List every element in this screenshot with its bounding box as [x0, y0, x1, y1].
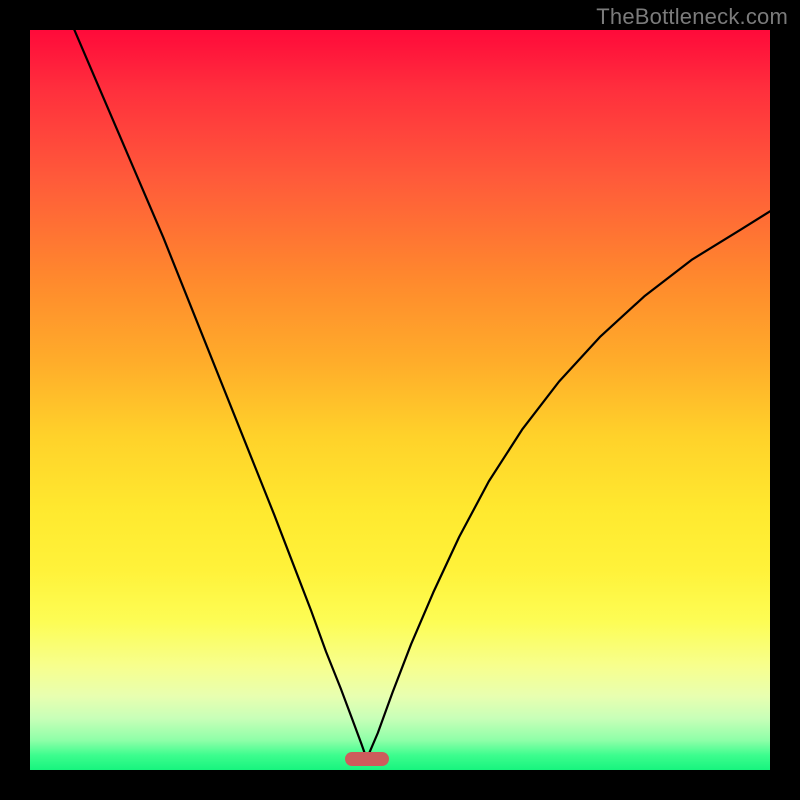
plot-area: [30, 30, 770, 770]
watermark-text: TheBottleneck.com: [596, 4, 788, 30]
optimal-marker: [345, 752, 389, 766]
chart-frame: TheBottleneck.com: [0, 0, 800, 800]
right-curve: [367, 211, 770, 759]
curve-layer: [30, 30, 770, 770]
left-curve: [74, 30, 366, 759]
